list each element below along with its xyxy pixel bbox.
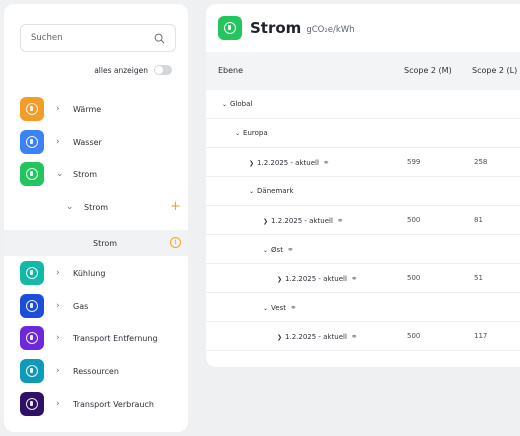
sidebar-item-wasser[interactable]: › Wasser [4,127,188,157]
table-row[interactable]: ❯ 1.2.2025 - aktuell ⚭ 500 51 [206,264,520,293]
lightbulb-icon [20,162,44,186]
scope2-l-value: 258 [474,158,488,166]
sidebar-item-label: Transport Verbrauch [73,399,154,409]
sidebar-item-transport-entfernung[interactable]: › Transport Entfernung [4,323,188,353]
sidebar-selected-label: Strom [93,239,118,248]
sidebar-item-selected[interactable]: Strom i [4,230,188,256]
lightbulb-icon [218,16,242,40]
show-all-toggle[interactable] [154,65,172,75]
row-label: 1.2.2025 - aktuell [285,333,347,341]
add-icon[interactable]: + [170,199,181,214]
flame-icon [20,294,44,318]
row-label: Global [230,100,253,108]
row-label: Dänemark [257,187,294,195]
thermometer-icon [20,97,44,121]
table-row[interactable]: ⌄ Europa [206,119,520,148]
table-row[interactable]: ❯ 1.2.2025 - aktuell ⚭ 599 258 [206,148,520,177]
sidebar-item-label: Wasser [73,137,102,147]
row-label: Europa [243,129,268,137]
sidebar-item-strom[interactable]: ⌄ Strom [4,159,188,189]
chevron-down-icon[interactable]: ⌄ [56,169,64,179]
link-icon[interactable]: ⚭ [351,274,358,283]
scope2-l-value: 51 [474,274,483,282]
table-row[interactable]: ❯ 1.2.2025 - aktuell ⚭ 500 81 [206,206,520,235]
chevron-down-icon[interactable]: ⌄ [263,305,268,312]
sidebar-subitem-label: Strom [84,203,109,212]
sidebar-item-transport-verbrauch[interactable]: › Transport Verbrauch [4,389,188,419]
chevron-right-icon[interactable]: ❯ [277,276,282,283]
page-title: Strom [250,19,302,37]
scope2-m-value: 500 [407,332,421,340]
search-placeholder: Suchen [31,33,63,43]
row-label: Øst [271,246,283,254]
chevron-right-icon[interactable]: › [56,268,60,278]
sidebar-item-gas[interactable]: › Gas [4,291,188,321]
row-label: 1.2.2025 - aktuell [271,217,333,225]
table-row[interactable]: ⌄ Vest ⚭ [206,293,520,322]
sidebar: Suchen alles anzeigen › Wärme › Wasser ⌄… [4,4,188,432]
search-input[interactable]: Suchen [20,24,176,52]
scope2-m-value: 500 [407,274,421,282]
search-icon[interactable] [154,33,165,44]
scope2-l-value: 117 [474,332,488,340]
chevron-right-icon[interactable]: › [56,399,60,409]
table-row[interactable]: ⌄ Global [206,90,520,119]
sidebar-item-ressourcen[interactable]: › Ressourcen [4,356,188,386]
column-header-scope2-l[interactable]: Scope 2 (L) [472,66,517,75]
row-label: Vest [271,304,286,312]
info-icon[interactable]: i [170,237,181,248]
column-header-ebene[interactable]: Ebene [218,66,243,75]
sidebar-item-label: Transport Entfernung [73,333,158,343]
sidebar-item-label: Kühlung [73,268,106,278]
snowflake-icon [20,261,44,285]
sidebar-item-label: Gas [73,301,89,311]
truck-icon [20,326,44,350]
table-header: Ebene Scope 2 (M) Scope 2 (L) [206,52,520,90]
truck-icon [20,392,44,416]
chevron-down-icon[interactable]: ⌄ [263,247,268,254]
sidebar-item-label: Strom [73,169,98,179]
link-icon[interactable]: ⚭ [323,158,330,167]
table-row[interactable]: ⌄ Dänemark [206,177,520,206]
page-header: Strom gCO₂e/kWh [206,4,520,52]
sidebar-item-waerme[interactable]: › Wärme [4,94,188,124]
link-icon[interactable]: ⚭ [337,216,344,225]
sidebar-item-kuehlung[interactable]: › Kühlung [4,258,188,288]
link-icon[interactable]: ⚭ [351,332,358,341]
water-drop-icon [20,130,44,154]
chevron-right-icon[interactable]: › [56,333,60,343]
table-row[interactable]: ❯ 1.2.2025 - aktuell ⚭ 500 117 [206,322,520,351]
link-icon[interactable]: ⚭ [290,303,297,312]
row-label: 1.2.2025 - aktuell [257,159,319,167]
chevron-down-icon[interactable]: ⌄ [222,101,227,108]
main-panel: Strom gCO₂e/kWh Ebene Scope 2 (M) Scope … [206,4,520,367]
sidebar-item-label: Ressourcen [73,366,119,376]
scope2-l-value: 81 [474,216,483,224]
scope2-m-value: 500 [407,216,421,224]
box-icon [20,359,44,383]
sidebar-subitem-strom[interactable]: ⌄ Strom + [4,194,188,222]
table-row[interactable]: ⌄ Øst ⚭ [206,235,520,264]
chevron-right-icon[interactable]: › [56,104,60,114]
chevron-right-icon[interactable]: ❯ [277,334,282,341]
unit-label: gCO₂e/kWh [306,25,355,35]
chevron-right-icon[interactable]: › [56,366,60,376]
sidebar-item-label: Wärme [73,104,102,114]
chevron-down-icon[interactable]: ⌄ [66,202,74,212]
chevron-right-icon[interactable]: › [56,301,60,311]
chevron-down-icon[interactable]: ⌄ [249,188,254,195]
column-header-scope2-m[interactable]: Scope 2 (M) [404,66,452,75]
row-label: 1.2.2025 - aktuell [285,275,347,283]
chevron-right-icon[interactable]: ❯ [263,218,268,225]
show-all-label: alles anzeigen [94,65,148,75]
show-all-control: alles anzeigen [94,65,172,75]
chevron-down-icon[interactable]: ⌄ [235,130,240,137]
scope2-m-value: 599 [407,158,421,166]
chevron-right-icon[interactable]: ❯ [249,160,254,167]
link-icon[interactable]: ⚭ [287,245,294,254]
chevron-right-icon[interactable]: › [56,137,60,147]
